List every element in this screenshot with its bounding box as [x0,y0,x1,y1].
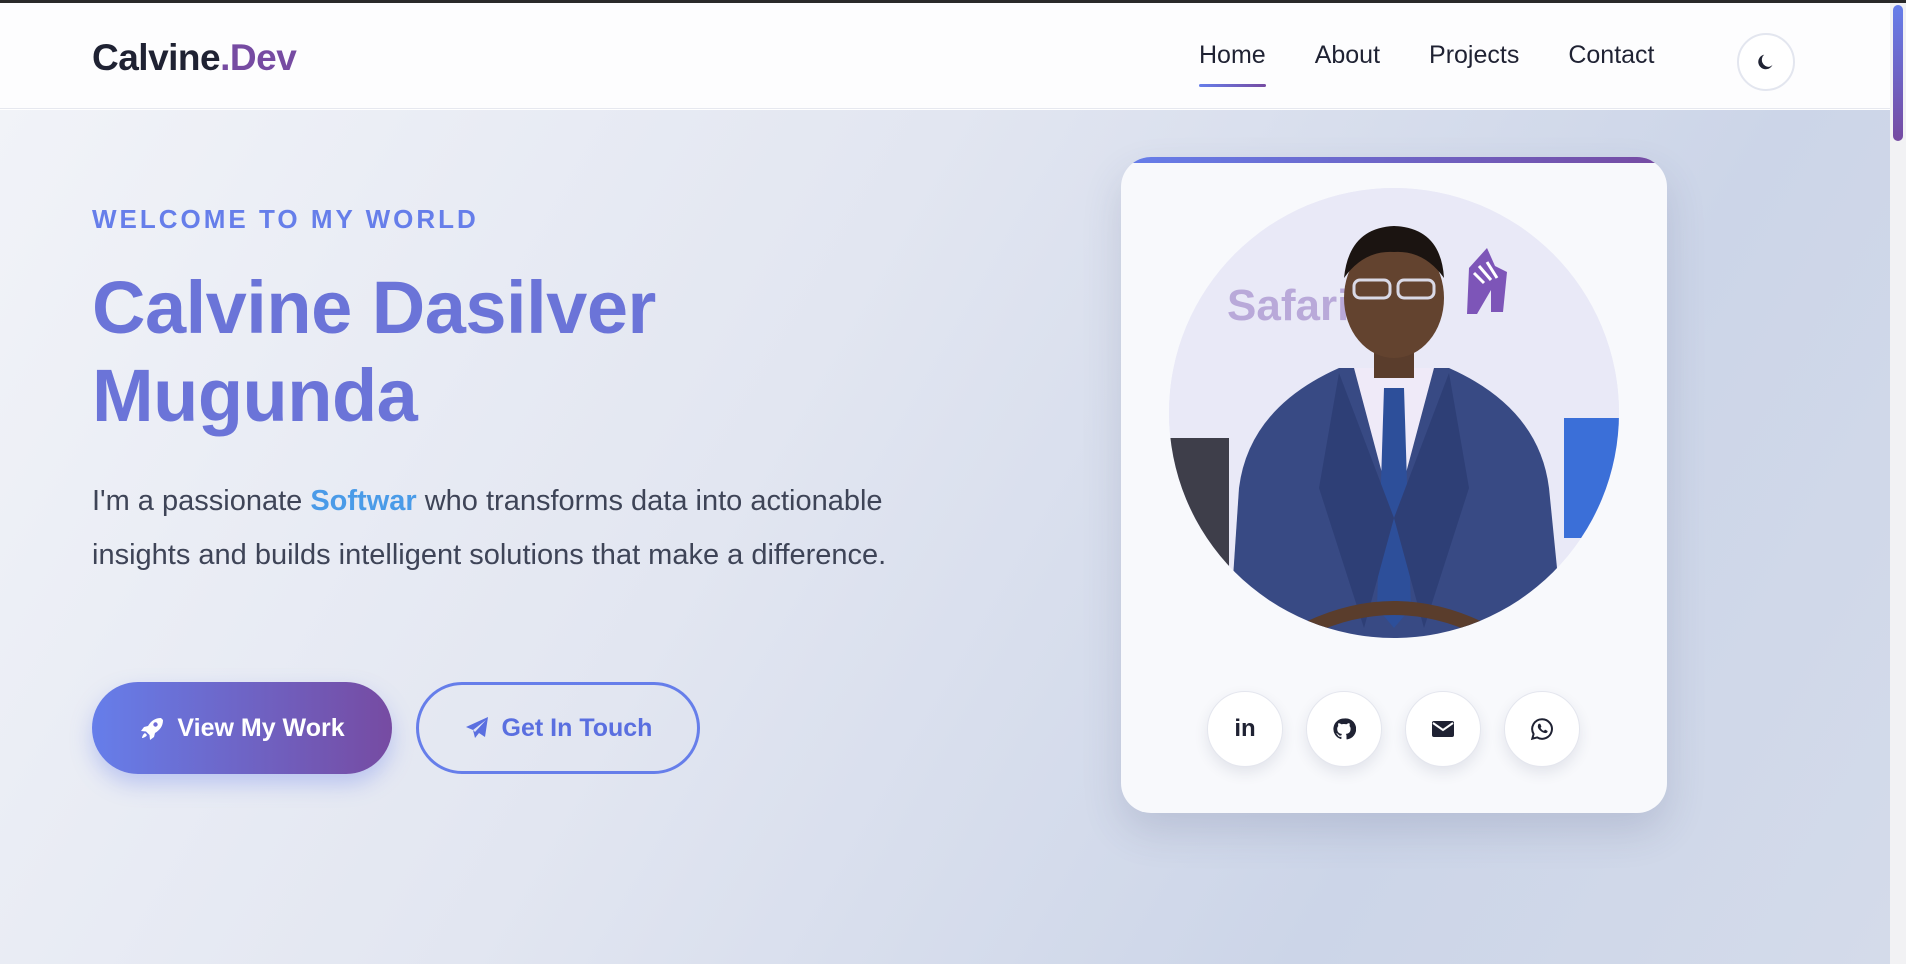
nav-item-projects[interactable]: Projects [1429,41,1519,70]
hero-title-line1: Calvine Dasilver [92,266,656,349]
nav-item-home[interactable]: Home [1199,41,1266,87]
hero-eyebrow: WELCOME TO MY WORLD [92,204,479,234]
linkedin-button[interactable]: in [1207,691,1283,767]
nav-item-about[interactable]: About [1315,41,1380,70]
profile-photo: Safari [1169,188,1619,638]
brand-suffix: .Dev [220,37,297,78]
scrollbar-thumb[interactable] [1893,5,1903,141]
whatsapp-icon [1530,718,1553,741]
navbar: Calvine.Dev Home About Projects Contact [0,3,1890,109]
view-my-work-label: View My Work [177,713,345,742]
linkedin-icon: in [1234,715,1256,742]
nav-item-contact[interactable]: Contact [1568,41,1654,70]
desc-highlight: Softwar [310,485,417,517]
nav-links: Home About Projects Contact [1199,41,1704,87]
moon-icon [1758,54,1773,70]
profile-card: Safari in [1121,157,1667,813]
hero-description: I'm a passionate Softwar who transforms … [92,474,892,582]
email-button[interactable] [1405,691,1481,767]
brand-logo[interactable]: Calvine.Dev [92,37,297,79]
hero-section: WELCOME TO MY WORLD Calvine Dasilver Mug… [0,110,1890,964]
scrollbar-track[interactable] [1890,3,1906,964]
rocket-icon [141,718,164,740]
desc-prefix: I'm a passionate [92,485,311,517]
social-links: in [1207,691,1603,767]
github-button[interactable] [1306,691,1382,767]
hero-title: Calvine Dasilver Mugunda [92,264,792,440]
get-in-touch-label: Get In Touch [501,713,653,742]
view-my-work-button[interactable]: View My Work [92,682,392,774]
card-accent-bar [1121,157,1667,163]
theme-toggle-button[interactable] [1737,33,1795,91]
envelope-icon [1432,721,1454,737]
paper-plane-icon [465,717,488,738]
whatsapp-button[interactable] [1504,691,1580,767]
get-in-touch-button[interactable]: Get In Touch [416,682,700,774]
hero-title-line2: Mugunda [92,354,418,437]
profile-portrait: Safari [1169,188,1619,638]
github-icon [1333,718,1356,740]
photo-banner-text: Safari [1227,281,1349,330]
brand-name: Calvine [92,37,221,78]
